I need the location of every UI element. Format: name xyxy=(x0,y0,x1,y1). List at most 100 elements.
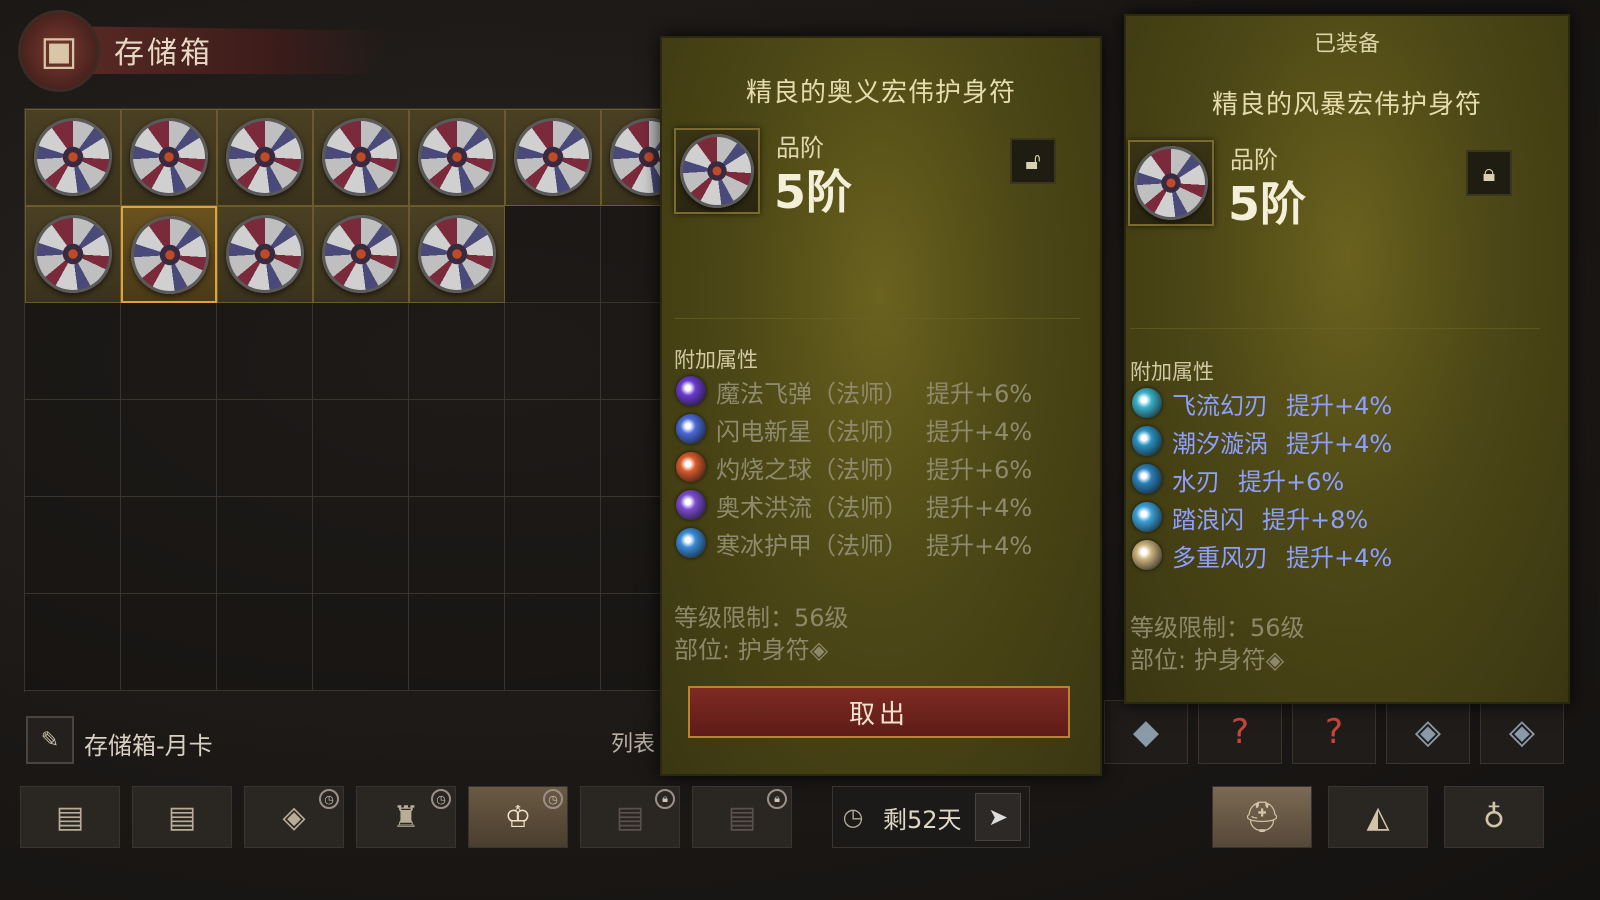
amulet-icon xyxy=(34,118,112,196)
attribute-bonus: 提升+4% xyxy=(1286,543,1393,572)
item-tooltip-panel: 精良的奥义宏伟护身符 品阶 5阶 🔓︎ 附加属性 魔法飞弹（法师） 提升+6% 闪电… xyxy=(660,36,1102,776)
storage-slot[interactable] xyxy=(505,497,601,594)
storage-slot[interactable] xyxy=(409,497,505,594)
level-requirement: 等级限制：56级 xyxy=(1130,614,1305,642)
tab-armor-tab-icon[interactable]: ♜ ◷ xyxy=(356,786,456,848)
storage-slot[interactable] xyxy=(505,594,601,691)
storage-slot[interactable] xyxy=(217,594,313,691)
amulet-icon xyxy=(226,118,304,196)
tab-material-icon[interactable]: ◭ xyxy=(1328,786,1428,848)
storage-slot[interactable] xyxy=(217,206,313,303)
attribute-item: 奥术洪流（法师） 提升+4% xyxy=(676,486,1032,524)
attribute-item: 飞流幻刃 提升+4% xyxy=(1132,384,1392,422)
attr-heading: 附加属性 xyxy=(1130,360,1214,384)
storage-slot[interactable] xyxy=(25,400,121,497)
storage-footer: ✎ 存储箱-月卡 列表 xyxy=(26,716,676,764)
storage-slot[interactable] xyxy=(121,400,217,497)
header-banner xyxy=(62,26,392,74)
lightning-nova-icon xyxy=(676,414,706,444)
tab-chest-tab-icon[interactable]: ▤ xyxy=(132,786,232,848)
attribute-bonus: 提升+4% xyxy=(1286,429,1393,458)
amulet-icon xyxy=(514,118,592,196)
fireball-icon xyxy=(676,452,706,482)
slot-type: 部位: 护身符◈ xyxy=(1130,646,1285,674)
storage-slot[interactable] xyxy=(409,206,505,303)
clock-icon: ◷ xyxy=(842,803,864,831)
attribute-item: 灼烧之球（法师） 提升+6% xyxy=(676,448,1032,486)
tab-chest-tab-icon[interactable]: ▤ 🔒︎ xyxy=(692,786,792,848)
attribute-name: 寒冰护甲（法师） xyxy=(716,531,908,560)
amulet-icon xyxy=(34,215,112,293)
equipped-item-icon-box xyxy=(1128,140,1214,226)
feather-icon[interactable]: ✎ xyxy=(26,716,74,764)
storage-slot[interactable] xyxy=(121,109,217,206)
list-view-button[interactable]: 列表 xyxy=(611,726,655,758)
timer-box: ◷ 剩52天 ➤ xyxy=(832,786,1030,848)
storage-slot[interactable] xyxy=(25,497,121,594)
attribute-name: 闪电新星（法师） xyxy=(716,417,908,446)
attribute-item: 魔法飞弹（法师） 提升+6% xyxy=(676,372,1032,410)
storage-slot[interactable] xyxy=(313,303,409,400)
chest-tab-icon: ▤ xyxy=(55,799,85,835)
storage-slot[interactable] xyxy=(409,303,505,400)
take-out-button[interactable]: 取出 xyxy=(688,686,1070,738)
equipped-label: 已装备 xyxy=(1313,32,1380,57)
storage-slot[interactable] xyxy=(409,109,505,206)
flowing-blade-icon xyxy=(1132,388,1162,418)
storage-slot[interactable] xyxy=(121,594,217,691)
unlock-icon[interactable]: 🔓︎ xyxy=(1010,138,1056,184)
storage-slot[interactable] xyxy=(25,206,121,303)
attribute-bonus: 提升+4% xyxy=(926,493,1033,522)
amulet-eye-icon[interactable]: ◈ xyxy=(1480,700,1564,764)
attribute-bonus: 提升+6% xyxy=(926,379,1033,408)
storage-slot[interactable] xyxy=(217,303,313,400)
attribute-name: 飞流幻刃 xyxy=(1172,391,1268,420)
tab-chest-tab-icon[interactable]: ▤ xyxy=(20,786,120,848)
storage-slot[interactable] xyxy=(217,109,313,206)
gem-tab-icon: ◈ xyxy=(282,799,306,835)
storage-slot[interactable] xyxy=(121,497,217,594)
multi-wind-blade-icon xyxy=(1132,540,1162,570)
storage-name: 存储箱-月卡 xyxy=(84,732,213,760)
storage-slot[interactable] xyxy=(505,109,601,206)
equipped-tooltip-panel: 已装备 精良的风暴宏伟护身符 品阶 5阶 🔒︎ 附加属性 飞流幻刃 提升+4% 潮汐… xyxy=(1124,14,1570,704)
storage-slot[interactable] xyxy=(121,303,217,400)
amulet-icon xyxy=(1134,146,1208,220)
clock-icon: ◷ xyxy=(319,789,339,809)
amulet-eye-icon[interactable]: ◈ xyxy=(1386,700,1470,764)
storage-header: ▣ 存储箱 xyxy=(12,6,392,92)
storage-slot[interactable] xyxy=(121,206,217,303)
storage-slot[interactable] xyxy=(409,594,505,691)
page-title: 存储箱 xyxy=(114,36,213,71)
tab-chest-tab-icon[interactable]: ▤ 🔒︎ xyxy=(580,786,680,848)
magic-missile-icon xyxy=(676,376,706,406)
equipped-item-title: 精良的风暴宏伟护身符 xyxy=(1211,90,1482,120)
tab-money-bag-icon[interactable]: ♁ xyxy=(1444,786,1544,848)
storage-slot[interactable] xyxy=(217,497,313,594)
tab-crown-chest-tab-icon[interactable]: ♔ ◷ xyxy=(468,786,568,848)
send-icon[interactable]: ➤ xyxy=(975,793,1021,841)
storage-slot[interactable] xyxy=(409,400,505,497)
tab-helmet-icon[interactable]: ⛑ xyxy=(1212,786,1312,848)
storage-slot[interactable] xyxy=(505,303,601,400)
storage-slot[interactable] xyxy=(505,206,601,303)
storage-slot[interactable] xyxy=(217,400,313,497)
storage-slot[interactable] xyxy=(25,109,121,206)
storage-slot[interactable] xyxy=(313,109,409,206)
storage-slot[interactable] xyxy=(313,594,409,691)
material-icon: ◭ xyxy=(1366,799,1390,835)
storage-slot[interactable] xyxy=(313,206,409,303)
storage-slot[interactable] xyxy=(313,400,409,497)
storage-grid xyxy=(24,108,697,692)
water-blade-icon xyxy=(1132,464,1162,494)
lock-icon[interactable]: 🔒︎ xyxy=(1466,150,1512,196)
unknown-slot-icon[interactable]: ? xyxy=(1198,700,1282,764)
storage-slot[interactable] xyxy=(25,303,121,400)
storage-slot[interactable] xyxy=(313,497,409,594)
gem-socket-icon[interactable]: ◆ xyxy=(1104,700,1188,764)
storage-slot[interactable] xyxy=(25,594,121,691)
unknown-slot-icon[interactable]: ? xyxy=(1292,700,1376,764)
slot-type: 部位: 护身符◈ xyxy=(674,636,829,664)
storage-slot[interactable] xyxy=(505,400,601,497)
tab-gem-tab-icon[interactable]: ◈ ◷ xyxy=(244,786,344,848)
